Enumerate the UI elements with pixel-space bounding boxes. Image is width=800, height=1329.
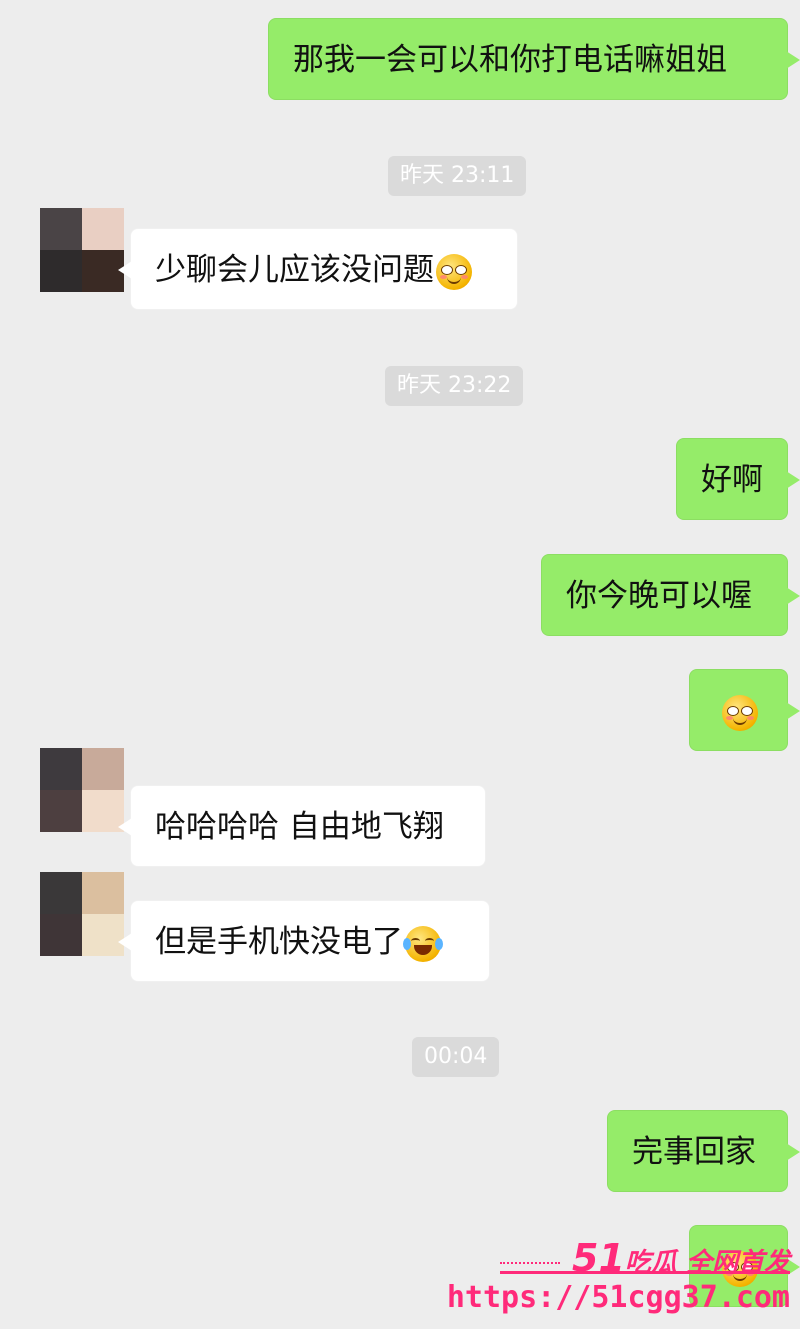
- message-text: 你今晚可以喔: [566, 578, 752, 614]
- message-bubble-incoming[interactable]: 哈哈哈哈 自由地飞翔: [118, 785, 486, 867]
- watermark-underline: [500, 1271, 790, 1274]
- avatar[interactable]: [40, 208, 124, 292]
- message-bubble-incoming[interactable]: 但是手机快没电了: [118, 900, 490, 982]
- message-text: 好啊: [701, 462, 763, 498]
- watermark-url: https://51cgg37.com: [446, 1280, 790, 1315]
- message-text: 完事回家: [632, 1134, 756, 1170]
- blush-smile-icon: [436, 253, 472, 290]
- watermark-decoration: [500, 1262, 560, 1266]
- message-bubble-outgoing[interactable]: 你今晚可以喔: [541, 554, 800, 636]
- tears-of-joy-icon: [403, 925, 443, 962]
- message-bubble-outgoing[interactable]: [689, 669, 800, 751]
- timestamp: 昨天 23:22: [385, 366, 524, 406]
- message-bubble-outgoing[interactable]: 那我一会可以和你打电话嘛姐姐: [268, 18, 800, 100]
- avatar[interactable]: [40, 748, 124, 832]
- blush-smile-icon: [722, 694, 758, 731]
- message-text: 那我一会可以和你打电话嘛姐姐: [293, 42, 727, 78]
- timestamp: 昨天 23:11: [388, 156, 527, 196]
- message-bubble-outgoing[interactable]: 好啊: [676, 438, 800, 520]
- message-text: 哈哈哈哈 自由地飞翔: [155, 809, 444, 845]
- timestamp: 00:04: [412, 1037, 500, 1077]
- message-text: 但是手机快没电了: [155, 924, 403, 960]
- message-text: 少聊会儿应该没问题: [155, 252, 434, 288]
- avatar[interactable]: [40, 872, 124, 956]
- message-bubble-incoming[interactable]: 少聊会儿应该没问题: [118, 228, 518, 310]
- message-bubble-outgoing[interactable]: 完事回家: [607, 1110, 800, 1192]
